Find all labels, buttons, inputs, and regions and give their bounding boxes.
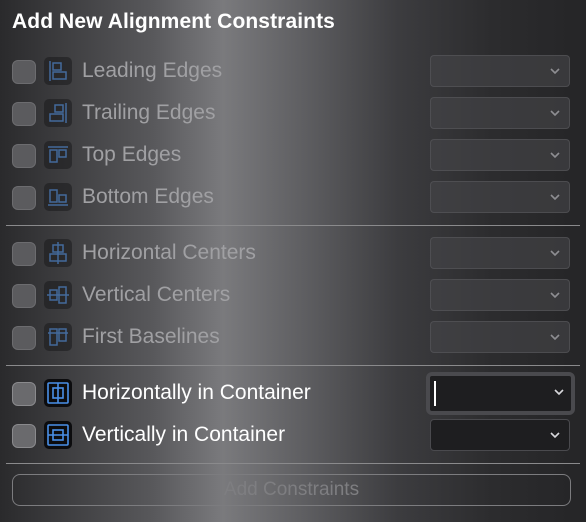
chevron-down-icon xyxy=(550,194,560,201)
trailing-edges-label: Trailing Edges xyxy=(82,101,216,124)
panel-title: Add New Alignment Constraints xyxy=(12,10,335,33)
vertical-centers-icon xyxy=(44,281,72,309)
leading-edges-constant-field[interactable] xyxy=(430,55,570,87)
horizontally-in-container-label: Horizontally in Container xyxy=(82,381,311,404)
vertically-in-container-label: Vertically in Container xyxy=(82,423,286,446)
chevron-down-icon xyxy=(550,250,560,257)
vertically-in-container-icon xyxy=(44,421,72,449)
chevron-down-icon xyxy=(550,110,560,117)
vertically-in-container-constant-field[interactable] xyxy=(430,419,570,451)
chevron-down-icon xyxy=(550,152,560,159)
row-vertically-in-container: Vertically in Container xyxy=(0,416,586,456)
horizontally-in-container-icon xyxy=(44,379,72,407)
chevron-down-icon xyxy=(550,432,560,439)
chevron-down-icon xyxy=(550,334,560,341)
vertical-centers-checkbox[interactable] xyxy=(12,284,36,308)
chevron-down-icon xyxy=(550,292,560,299)
bottom-edges-label: Bottom Edges xyxy=(82,185,214,208)
vertically-in-container-checkbox[interactable] xyxy=(12,424,36,448)
horizontal-centers-checkbox[interactable] xyxy=(12,242,36,266)
row-bottom-edges: Bottom Edges xyxy=(0,178,586,218)
row-horizontal-centers: Horizontal Centers xyxy=(0,234,586,274)
vertical-centers-label: Vertical Centers xyxy=(82,283,231,306)
trailing-edges-checkbox[interactable] xyxy=(12,102,36,126)
horizontal-centers-constant-field[interactable] xyxy=(430,237,570,269)
chevron-down-icon xyxy=(554,389,564,396)
leading-edges-checkbox[interactable] xyxy=(12,60,36,84)
top-edges-icon xyxy=(44,141,72,169)
horizontally-in-container-checkbox[interactable] xyxy=(12,382,36,406)
horizontally-in-container-constant-field[interactable] xyxy=(426,372,575,415)
row-horizontally-in-container: Horizontally in Container xyxy=(0,372,586,415)
first-baselines-icon xyxy=(44,323,72,351)
horizontal-centers-label: Horizontal Centers xyxy=(82,241,256,264)
alignment-constraints-panel: Add New Alignment Constraints Leading Ed… xyxy=(0,0,586,522)
leading-edges-label: Leading Edges xyxy=(82,59,223,82)
top-edges-checkbox[interactable] xyxy=(12,144,36,168)
trailing-edges-icon xyxy=(44,99,72,127)
top-edges-constant-field[interactable] xyxy=(430,139,570,171)
row-leading-edges: Leading Edges xyxy=(0,52,586,92)
bottom-edges-icon xyxy=(44,183,72,211)
first-baselines-label: First Baselines xyxy=(82,325,220,348)
leading-edges-icon xyxy=(44,57,72,85)
row-top-edges: Top Edges xyxy=(0,136,586,176)
add-constraints-button[interactable]: Add Constraints xyxy=(12,474,571,506)
section-divider xyxy=(6,225,580,226)
text-caret xyxy=(434,381,436,406)
trailing-edges-constant-field[interactable] xyxy=(430,97,570,129)
vertical-centers-constant-field[interactable] xyxy=(430,279,570,311)
first-baselines-constant-field[interactable] xyxy=(430,321,570,353)
bottom-edges-checkbox[interactable] xyxy=(12,186,36,210)
section-divider xyxy=(6,463,580,464)
first-baselines-checkbox[interactable] xyxy=(12,326,36,350)
section-divider xyxy=(6,365,580,366)
top-edges-label: Top Edges xyxy=(82,143,182,166)
row-trailing-edges: Trailing Edges xyxy=(0,94,586,134)
row-first-baselines: First Baselines xyxy=(0,318,586,358)
chevron-down-icon xyxy=(550,68,560,75)
row-vertical-centers: Vertical Centers xyxy=(0,276,586,316)
bottom-edges-constant-field[interactable] xyxy=(430,181,570,213)
horizontal-centers-icon xyxy=(44,239,72,267)
